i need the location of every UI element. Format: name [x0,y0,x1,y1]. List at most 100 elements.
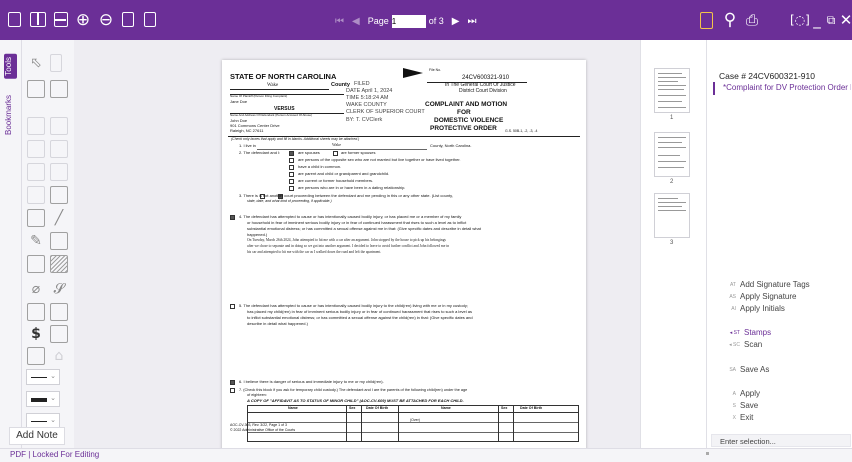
hatch-fill-icon[interactable] [50,255,68,273]
eraser-icon[interactable]: ⌀ [27,280,45,298]
item-5-line-3: to inflict substantial emotional distres… [247,315,473,320]
save-as-button[interactable]: SA Save As [727,365,769,374]
item-2-checkbox-4[interactable] [289,165,294,170]
next-page-icon[interactable]: ▶ [452,16,460,27]
item-5-line-4: describe in detail what happened.) [247,321,308,326]
photo-icon[interactable] [50,303,68,321]
comment-icon[interactable] [27,117,45,135]
focus-mode-icon[interactable]: [◌] [790,12,810,28]
item-2-option-2: are former spouses [341,150,376,155]
top-toolbar: ⊕ ⊖ ⏮ ◀ Page of 3 ▶ ⏭ ⚲ ⎙ [◌] _ ⧉ ✕ [0,0,852,40]
redact-icon[interactable]: ⌂ [50,347,68,365]
prev-page-icon[interactable]: ◀ [352,16,360,27]
stamps-button[interactable]: ◂ ST Stamps [727,328,771,337]
pen-tool-icon[interactable]: ✎ [27,232,45,250]
document-view-icon[interactable] [700,12,713,29]
case-number: Case # 24CV600321-910 [719,71,815,81]
rotate-icon[interactable] [122,12,134,27]
children-table: Name Sex Date Of Birth Name Sex Date Of … [247,405,579,442]
restore-icon[interactable]: ⧉ [823,12,839,28]
zoom-out-icon[interactable]: ⊖ [98,12,114,29]
footer-copyright: © 2022 Administrative Office of the Cour… [230,428,296,432]
court-line-2: District Court Division [459,88,507,94]
item-5-checkbox[interactable] [230,304,235,309]
item-4-line-4: happened.) [247,232,268,237]
pdf-page[interactable]: STATE OF NORTH CAROLINA Wake County FILE… [222,60,586,452]
scan-button[interactable]: ◂ SC Scan [727,340,762,349]
thumbnail-page-3[interactable] [654,193,690,238]
item-7-checkbox[interactable] [230,388,235,393]
text-box-icon[interactable] [50,117,68,135]
image-icon[interactable] [27,140,45,158]
callout-icon[interactable] [27,163,45,181]
text-select-icon[interactable] [50,54,62,72]
first-page-icon[interactable]: ⏮ [335,16,344,27]
add-note-button[interactable]: Add Note [9,427,65,445]
right-panel: Case # 24CV600321-910 *Complaint for DV … [706,40,852,448]
date-icon[interactable] [27,347,45,365]
fit-page-icon[interactable] [54,12,68,27]
status-text: PDF | Locked For Editing [10,450,100,459]
item-2-checkbox-6[interactable] [289,179,294,184]
stamp-image-icon[interactable] [27,303,45,321]
zoom-in-icon[interactable]: ⊕ [75,12,91,29]
document-viewer[interactable]: STATE OF NORTH CAROLINA Wake County FILE… [74,40,640,452]
line-tool-icon[interactable]: ╱ [50,209,68,227]
item-4-line-3: substantial emotional distress; or has c… [247,226,481,231]
item-2-checkbox-2[interactable] [333,151,338,156]
item-6-checkbox[interactable] [230,380,235,385]
item-2-checkbox-7[interactable] [289,186,294,191]
apply-button[interactable]: A Apply [727,389,760,398]
tab-bookmarks[interactable]: Bookmarks [4,92,17,138]
tab-tools[interactable]: Tools [4,54,17,79]
edit-note-icon[interactable] [50,232,68,250]
search-icon[interactable]: ⚲ [722,12,738,29]
item-2-option-4: have a child in common. [298,164,342,169]
form-field-icon[interactable] [27,186,45,204]
filed-stamp-6: BY: T. CVClerk [346,117,383,123]
apply-initials-button[interactable]: AI Apply Initials [727,304,785,313]
close-icon[interactable]: ✕ [838,12,852,28]
item-2-lead: 2. The defendant and I: [239,150,281,155]
enter-selection-input[interactable]: Enter selection... [711,434,851,447]
thumbnail-page-2[interactable] [654,132,690,177]
signature-icon[interactable]: 𝓢 [50,280,68,298]
item-2-option-7: are persons who are in or have been in a… [298,185,406,190]
exit-button[interactable]: X Exit [727,413,754,422]
item-2-checkbox-3[interactable] [289,158,294,163]
crop-icon[interactable] [144,12,156,27]
list-note-icon[interactable] [50,186,68,204]
print-icon[interactable]: ⎙ [744,12,760,28]
two-page-icon[interactable] [30,12,46,27]
attachment-icon[interactable] [50,140,68,158]
rectangle-tool-icon[interactable] [27,255,45,273]
item-5-line-2: has placed my child(ren) in fear of immi… [247,309,472,314]
filed-stamp-1: FILED [354,81,370,87]
select-tool-icon[interactable]: ⬁ [27,54,45,72]
doc-title-3: DOMESTIC VIOLENCE [434,117,504,124]
link-icon[interactable] [50,163,68,181]
item-4-checkbox[interactable] [230,215,235,220]
line-weight-select[interactable]: ⌄ [26,391,60,407]
line-style-select[interactable]: ⌄ [26,369,60,385]
file-no-label: File No. [429,68,442,72]
save-button[interactable]: S Save [727,401,759,410]
resize-grip[interactable] [706,452,709,455]
plaintiff-name: Jane Doe [230,99,248,104]
snapshot-icon[interactable] [27,80,45,98]
apply-signature-button[interactable]: AS Apply Signature [727,292,796,301]
text-note-icon[interactable] [27,209,45,227]
item-2-option-3: are persons of the opposite sex who are … [298,157,461,162]
defendant-line-3: Raleigh, NC 27611 [230,128,264,133]
last-page-icon[interactable]: ⏭ [467,16,476,27]
add-signature-tags-button[interactable]: AT Add Signature Tags [727,280,810,289]
calendar-grid-icon[interactable] [50,325,68,343]
thumbnail-page-1[interactable] [654,68,690,113]
item-2-checkbox-5[interactable] [289,172,294,177]
currency-icon[interactable]: $ [27,325,45,343]
sticky-note-icon[interactable] [50,80,68,98]
item-2-checkbox-1[interactable] [289,151,294,156]
page-number-input[interactable] [391,14,426,28]
single-page-icon[interactable] [8,12,21,27]
bookmark-item[interactable]: *Complaint for DV Protection Order File.… [723,83,851,92]
